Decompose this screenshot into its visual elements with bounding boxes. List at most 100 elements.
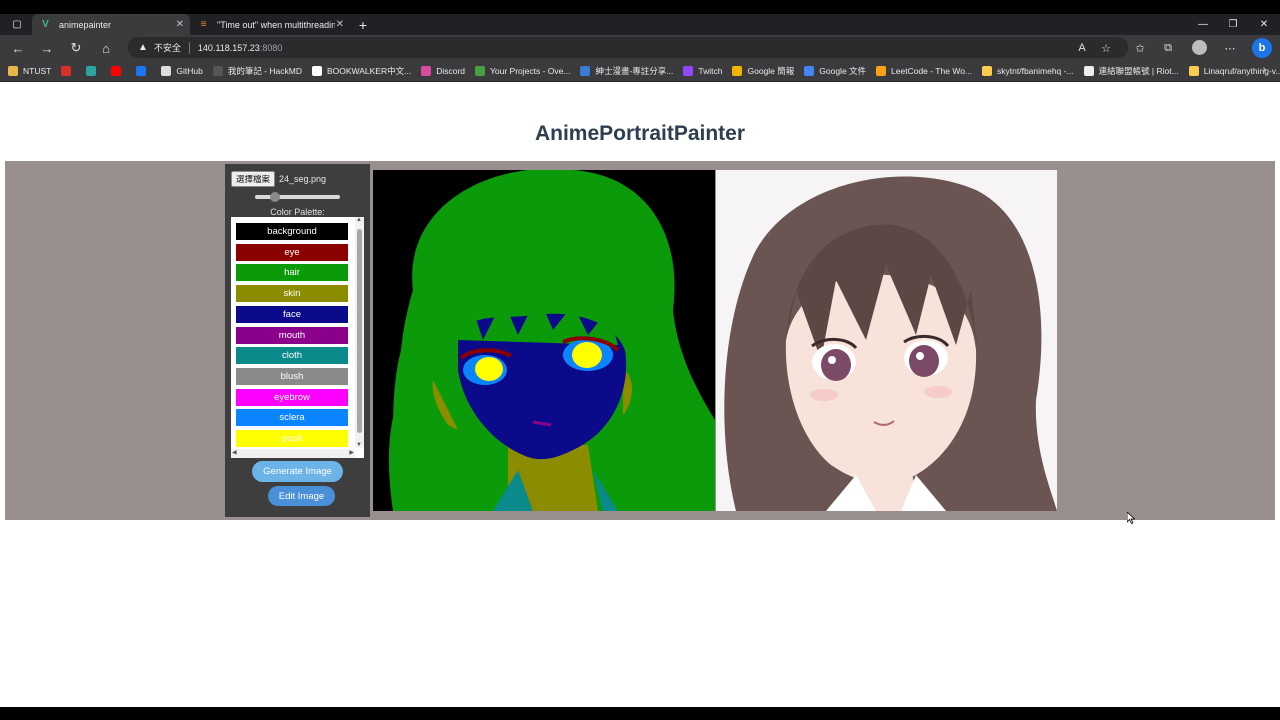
leetcode-icon: [876, 65, 887, 76]
facebook-icon: [136, 65, 147, 76]
bookmark-item[interactable]: [61, 65, 76, 76]
bookmark-item[interactable]: [86, 65, 101, 76]
slides-icon: [732, 65, 743, 76]
youtube-icon: [111, 65, 122, 76]
slider-knob[interactable]: [270, 192, 280, 202]
chevron-right-icon[interactable]: ›: [1263, 64, 1266, 75]
tab-animepainter[interactable]: V animepainter ✕: [32, 14, 190, 35]
scroll-down-icon[interactable]: ▼: [356, 442, 362, 448]
palette-swatch-hair[interactable]: hair: [236, 264, 348, 282]
palette-swatch-mouth[interactable]: mouth: [236, 326, 348, 344]
scroll-left-icon[interactable]: ◀: [232, 449, 237, 456]
bookmark-item[interactable]: skytnt/fbanimehq -...: [982, 65, 1074, 76]
bookmark-label: Your Projects - Ove...: [490, 65, 571, 76]
palette-swatch-eyebrow[interactable]: eyebrow: [236, 388, 348, 406]
bookmark-item[interactable]: BOOKWALKER中文...: [311, 65, 412, 77]
palette-hscrollbar[interactable]: ◀ ▶: [231, 449, 355, 458]
bookmark-label: BOOKWALKER中文...: [326, 65, 412, 76]
file-input[interactable]: 選擇檔案 24_seg.png: [231, 171, 326, 187]
bookmark-item[interactable]: 我的筆記 - HackMD: [212, 65, 302, 77]
site-icon: [580, 65, 591, 76]
bookmark-label: 連結聯盟帳號 | Riot...: [1098, 65, 1179, 76]
palette-swatch-eye[interactable]: eye: [236, 243, 348, 261]
file-name: 24_seg.png: [279, 174, 327, 184]
scroll-up-icon[interactable]: ▲: [356, 217, 362, 223]
palette-swatch-blush[interactable]: blush: [236, 367, 348, 385]
bing-icon[interactable]: b: [1252, 38, 1272, 58]
close-window-icon[interactable]: ✕: [1249, 14, 1279, 35]
palette-swatch-background[interactable]: background: [236, 223, 348, 240]
web-page: AnimePortraitPainter 選擇檔案 24_seg.png Col…: [0, 82, 1280, 707]
palette-title: Color Palette:: [270, 207, 325, 217]
scroll-thumb[interactable]: [357, 229, 362, 433]
edit-image-button[interactable]: Edit Image: [268, 486, 335, 506]
home-icon[interactable]: ⌂: [97, 39, 115, 57]
bookwalker-icon: [311, 65, 322, 76]
profile-avatar[interactable]: [1192, 40, 1207, 55]
url-host: 140.118.157.23: [197, 42, 260, 53]
bookmark-label: skytnt/fbanimehq -...: [997, 65, 1074, 76]
hackmd-icon: [212, 65, 223, 76]
divider: [188, 41, 190, 54]
bookmark-label: Linaqruf/anything-v...: [1203, 65, 1280, 76]
bookmark-label: NTUST: [23, 65, 52, 76]
tab-actions-icon[interactable]: ▢: [2, 14, 32, 35]
read-aloud-icon[interactable]: A: [1074, 40, 1090, 56]
overleaf-icon: [475, 65, 485, 76]
reload-icon[interactable]: ↻: [67, 39, 85, 57]
address-bar[interactable]: ▲ 不安全 140.118.157.23 :8080: [128, 37, 1128, 58]
palette-swatch-sclera[interactable]: sclera: [236, 409, 348, 427]
more-menu-icon[interactable]: ⋯: [1222, 40, 1238, 56]
bookmark-item[interactable]: [136, 65, 151, 76]
close-tab-icon[interactable]: ✕: [176, 19, 184, 30]
back-icon[interactable]: ←: [9, 39, 27, 57]
favorites-icon[interactable]: ✩: [1132, 40, 1148, 56]
editor-stage: 選擇檔案 24_seg.png Color Palette: ▲ ▼ ◀ ▶ b…: [5, 161, 1275, 520]
restore-icon[interactable]: ❐: [1218, 14, 1248, 35]
browser-toolbar: ← → ↻ ⌂ ▲ 不安全 140.118.157.23 :8080 A ☆ ✩…: [0, 35, 1280, 60]
vue-icon: V: [42, 19, 49, 30]
bookmark-item[interactable]: GitHub: [161, 65, 203, 76]
bookmark-item[interactable]: Linaqruf/anything-v...: [1188, 65, 1280, 76]
bookmark-item[interactable]: [111, 65, 126, 76]
letterbox-bottom: [0, 707, 1280, 720]
palette-scrollbar[interactable]: ▲ ▼: [355, 217, 364, 448]
bookmarks-bar: NTUST GitHub 我的筆記 - HackMD BOOKWALKER中文... D…: [0, 60, 1280, 82]
color-palette: ▲ ▼ ◀ ▶ background eye hair skin face mouth cl…: [231, 217, 364, 458]
bookmark-item[interactable]: Google 簡報: [732, 65, 794, 77]
bookmark-item[interactable]: 連結聯盟帳號 | Riot...: [1083, 65, 1179, 77]
bookmark-item[interactable]: Twitch: [683, 65, 722, 76]
forward-icon[interactable]: →: [38, 39, 56, 57]
bookmark-label: 我的筆記 - HackMD: [227, 65, 302, 76]
bookmark-item[interactable]: 紳士漫畫-專註分享...: [580, 65, 673, 77]
security-label[interactable]: 不安全: [154, 41, 181, 54]
new-tab-icon[interactable]: +: [348, 14, 378, 35]
bookmark-item[interactable]: LeetCode - The Wo...: [876, 65, 972, 76]
warning-icon[interactable]: ▲: [138, 42, 148, 53]
brush-size-slider[interactable]: [255, 192, 340, 202]
palette-swatch-skin[interactable]: skin: [236, 285, 348, 303]
bookmark-item[interactable]: Google 文件: [804, 65, 866, 77]
scroll-right-icon[interactable]: ▶: [349, 449, 354, 456]
collections-icon[interactable]: ⧉: [1160, 40, 1176, 56]
app-icon: [86, 65, 97, 76]
bookmark-label: 紳士漫畫-專註分享...: [595, 65, 674, 76]
bookmark-item[interactable]: Your Projects - Ove...: [475, 65, 571, 76]
choose-file-button[interactable]: 選擇檔案: [231, 171, 276, 187]
page-title: AnimePortraitPainter: [534, 122, 746, 145]
palette-swatch-face[interactable]: face: [236, 305, 348, 323]
palette-swatch-pupil[interactable]: pupil: [236, 430, 348, 447]
favorite-star-icon[interactable]: ☆: [1098, 40, 1114, 56]
minimize-icon[interactable]: —: [1188, 14, 1218, 35]
segmentation-canvas[interactable]: [373, 170, 715, 511]
github-icon: [161, 65, 172, 76]
palette-swatch-cloth[interactable]: cloth: [236, 347, 348, 365]
tab-stackoverflow[interactable]: ≡ "Time out" when multithreading ✕: [190, 14, 350, 35]
tab-title: "Time out" when multithreading: [217, 19, 335, 30]
bookmark-item[interactable]: NTUST: [8, 65, 52, 76]
huggingface-icon: [1188, 65, 1199, 76]
generate-image-button[interactable]: Generate Image: [252, 461, 343, 482]
close-tab-icon[interactable]: ✕: [336, 19, 344, 30]
bookmark-item[interactable]: Discord: [421, 65, 465, 76]
bookmark-label: Discord: [436, 65, 465, 76]
